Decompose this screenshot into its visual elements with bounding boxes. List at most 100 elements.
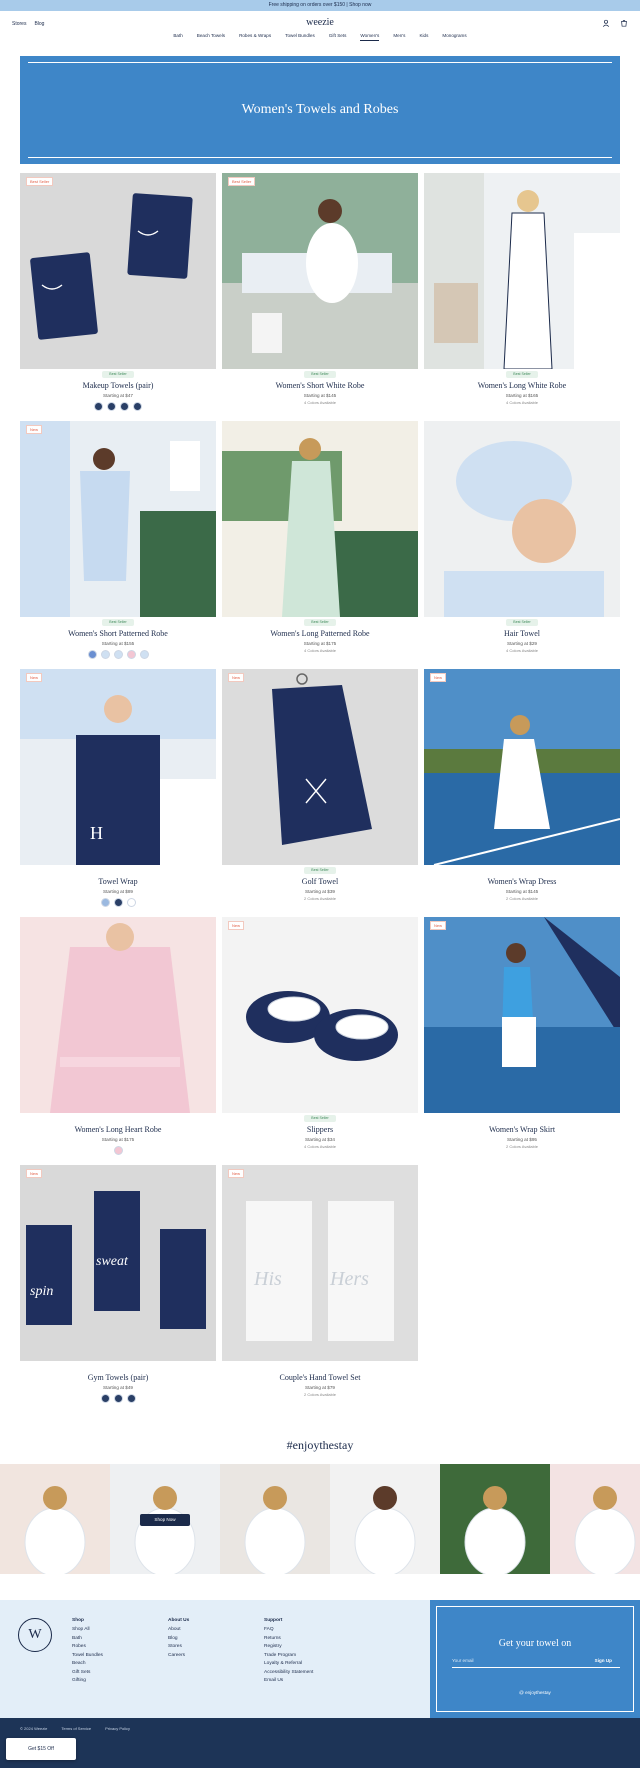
color-swatch[interactable]	[139, 650, 149, 659]
product-name[interactable]: Women's Wrap Dress	[424, 877, 620, 886]
instagram-photo[interactable]: Shop Now	[110, 1464, 220, 1574]
color-swatch[interactable]	[107, 402, 116, 411]
color-swatch[interactable]	[113, 1394, 123, 1403]
color-swatch[interactable]	[94, 402, 103, 411]
footer-link[interactable]: Accessibility Statement	[264, 1670, 313, 1675]
color-swatch[interactable]	[126, 898, 136, 907]
product-image[interactable]: His Hers	[222, 1165, 418, 1361]
instagram-handle[interactable]: @ enjoythestay	[430, 1690, 640, 1695]
signup-button[interactable]: Sign Up	[595, 1658, 612, 1663]
product-card[interactable]: Women's Long Heart Robe Starting at $175	[20, 917, 216, 1165]
footer-link[interactable]: Gifting	[72, 1678, 103, 1683]
product-card[interactable]: New Women's Wrap Skirt Starting at $95 2 Co…	[424, 917, 620, 1165]
product-card[interactable]: Best Seller Best Seller Makeup Towels (pai…	[20, 173, 216, 421]
announcement-bar[interactable]: Free shipping on orders over $150 | Shop…	[0, 0, 640, 11]
footer-link[interactable]: Loyalty & Referral	[264, 1661, 313, 1666]
nav-item[interactable]: Towel Bundles	[285, 33, 315, 41]
product-card[interactable]: Best Seller Hair Towel Starting at $29 4 Co…	[424, 421, 620, 669]
footer-link[interactable]: Towel Bundles	[72, 1653, 103, 1658]
nav-item[interactable]: Kids	[419, 33, 428, 41]
product-image[interactable]	[424, 173, 620, 369]
nav-item[interactable]: Bath	[173, 33, 182, 41]
color-swatch[interactable]	[100, 898, 110, 907]
product-name[interactable]: Hair Towel	[424, 629, 620, 638]
product-image[interactable]	[20, 917, 216, 1113]
product-card[interactable]: Best Seller Women's Long Patterned Robe St…	[222, 421, 418, 669]
instagram-photo[interactable]	[330, 1464, 440, 1574]
color-swatch[interactable]	[113, 898, 123, 907]
instagram-photo[interactable]	[550, 1464, 640, 1574]
product-name[interactable]: Makeup Towels (pair)	[20, 381, 216, 390]
cart-icon[interactable]	[620, 19, 628, 27]
nav-item[interactable]: Robes & Wraps	[239, 33, 271, 41]
footer-link[interactable]: Shop All	[72, 1627, 103, 1632]
footer-link[interactable]: Returns	[264, 1636, 313, 1641]
color-swatch[interactable]	[100, 650, 110, 659]
product-name[interactable]: Slippers	[222, 1125, 418, 1134]
product-name[interactable]: Golf Towel	[222, 877, 418, 886]
product-card[interactable]: New Best Seller Slippers Starting at $34 4 C…	[222, 917, 418, 1165]
product-name[interactable]: Gym Towels (pair)	[20, 1373, 216, 1382]
color-swatch[interactable]	[100, 1394, 110, 1403]
product-name[interactable]: Women's Short Patterned Robe	[20, 629, 216, 638]
color-swatch[interactable]	[113, 1146, 123, 1155]
product-image[interactable]: H	[20, 669, 216, 865]
footer-link[interactable]: Trade Program	[264, 1653, 313, 1658]
instagram-photo[interactable]	[220, 1464, 330, 1574]
footer-link[interactable]: FAQ	[264, 1627, 313, 1632]
product-name[interactable]: Women's Long Patterned Robe	[222, 629, 418, 638]
product-card[interactable]: Best Seller Best Seller Women's Short Whit…	[222, 173, 418, 421]
gift-offer-button[interactable]: Get $15 Off	[6, 1738, 76, 1760]
privacy-link[interactable]: Privacy Policy	[105, 1726, 130, 1731]
product-card[interactable]: New Best Seller Golf Towel Starting at $39 2…	[222, 669, 418, 917]
nav-item[interactable]: Men's	[393, 33, 405, 41]
footer-link[interactable]: Blog	[168, 1636, 189, 1641]
email-field[interactable]: Your email Sign Up	[452, 1658, 620, 1668]
product-image[interactable]	[222, 173, 418, 369]
product-image[interactable]	[20, 173, 216, 369]
account-icon[interactable]	[602, 19, 610, 27]
footer-link[interactable]: Bath	[72, 1636, 103, 1641]
product-name[interactable]: Women's Wrap Skirt	[424, 1125, 620, 1134]
terms-link[interactable]: Terms of Service	[61, 1726, 91, 1731]
color-swatch[interactable]	[133, 402, 142, 411]
product-image[interactable]	[222, 421, 418, 617]
color-swatch[interactable]	[113, 650, 123, 659]
color-swatch[interactable]	[126, 1394, 136, 1403]
product-image[interactable]	[424, 917, 620, 1113]
product-image[interactable]	[20, 421, 216, 617]
color-swatch[interactable]	[120, 402, 129, 411]
footer-link[interactable]: About	[168, 1627, 189, 1632]
product-image[interactable]	[424, 669, 620, 865]
product-name[interactable]: Women's Short White Robe	[222, 381, 418, 390]
footer-link[interactable]: Gift Sets	[72, 1670, 103, 1675]
product-image[interactable]	[424, 421, 620, 617]
product-card[interactable]: spin sweat New Gym Towels (pair) Starting at…	[20, 1165, 216, 1413]
product-image[interactable]: spin sweat	[20, 1165, 216, 1361]
product-card[interactable]: New Women's Wrap Dress Starting at $145 2 C…	[424, 669, 620, 917]
footer-link[interactable]: Stores	[168, 1644, 189, 1649]
shop-now-button[interactable]: Shop Now	[140, 1514, 190, 1526]
product-image[interactable]	[222, 669, 418, 865]
product-image[interactable]	[222, 917, 418, 1113]
nav-item[interactable]: Women's	[360, 33, 380, 41]
instagram-photo[interactable]	[440, 1464, 550, 1574]
product-name[interactable]: Couple's Hand Towel Set	[222, 1373, 418, 1382]
color-swatch[interactable]	[126, 650, 136, 659]
product-card[interactable]: Best Seller Women's Long White Robe Starti…	[424, 173, 620, 421]
product-name[interactable]: Women's Long White Robe	[424, 381, 620, 390]
footer-link[interactable]: Beach	[72, 1661, 103, 1666]
footer-link[interactable]: Careers	[168, 1653, 189, 1658]
site-logo[interactable]: weezie	[0, 17, 640, 28]
color-swatch[interactable]	[87, 650, 97, 659]
footer-link[interactable]: Email Us	[264, 1678, 313, 1683]
nav-item[interactable]: Gift Sets	[329, 33, 347, 41]
nav-item[interactable]: Monograms	[442, 33, 466, 41]
product-name[interactable]: Women's Long Heart Robe	[20, 1125, 216, 1134]
product-card[interactable]: New Best Seller Women's Short Patterned Ro…	[20, 421, 216, 669]
footer-link[interactable]: Robes	[72, 1644, 103, 1649]
product-card[interactable]: His Hers New Couple's Hand Towel Set Startin…	[222, 1165, 418, 1413]
instagram-photo[interactable]	[0, 1464, 110, 1574]
product-card[interactable]: H New Towel Wrap Starting at $89	[20, 669, 216, 917]
product-name[interactable]: Towel Wrap	[20, 877, 216, 886]
